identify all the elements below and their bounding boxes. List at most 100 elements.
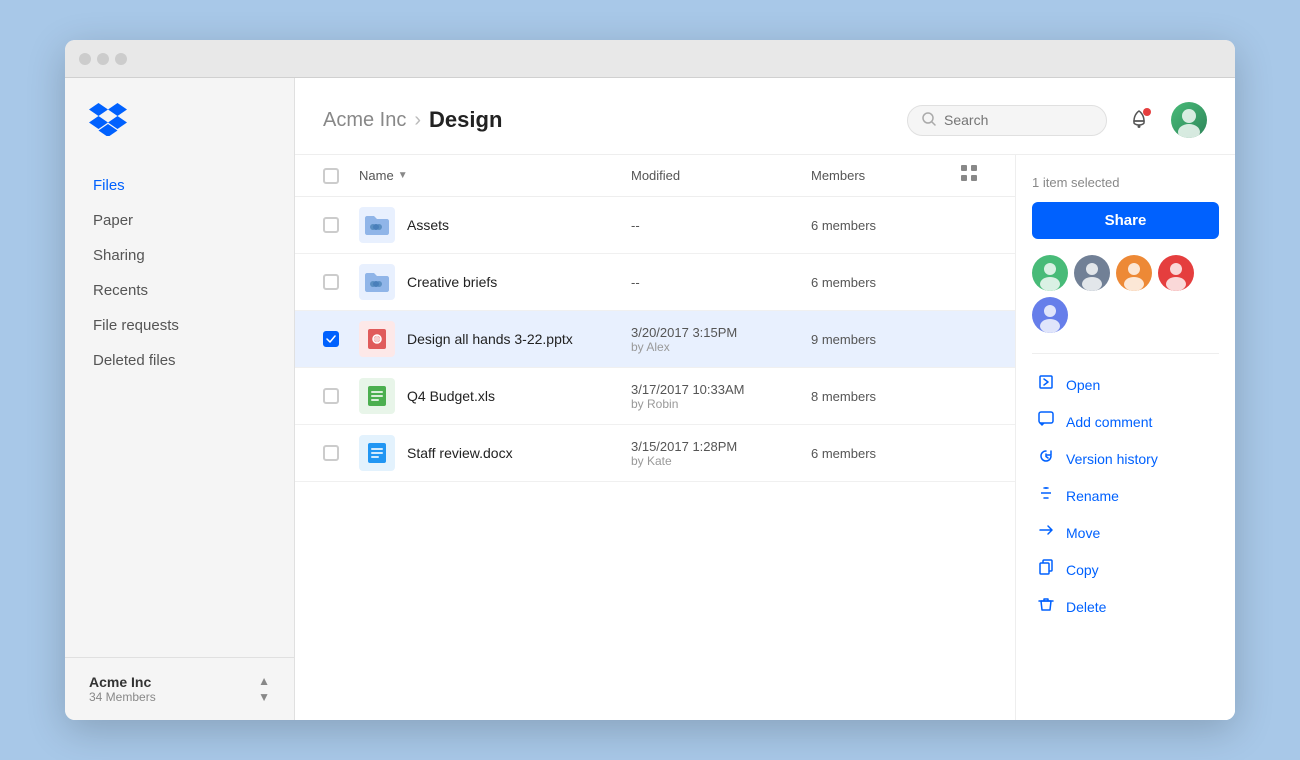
action-add-comment-label: Add comment [1066, 414, 1152, 430]
breadcrumb-parent[interactable]: Acme Inc [323, 109, 406, 132]
row-checkbox-cell-assets [323, 217, 359, 233]
row-modified-q4-budget: 3/17/2017 10:33AM by Robin [631, 382, 811, 411]
org-name: Acme Inc [89, 674, 156, 690]
action-copy-label: Copy [1066, 562, 1099, 578]
comment-icon [1036, 411, 1056, 432]
row-members-assets: 6 members [811, 218, 951, 233]
member-avatar-2[interactable] [1074, 255, 1110, 291]
folder-icon-assets [359, 207, 395, 243]
org-members: 34 Members [89, 690, 156, 704]
file-row-design-all-hands[interactable]: Design all hands 3-22.pptx 3/20/2017 3:1… [295, 311, 1015, 368]
breadcrumb: Acme Inc › Design [323, 107, 502, 133]
docx-icon-staff-review [359, 435, 395, 471]
xls-icon-q4-budget [359, 378, 395, 414]
row-name-assets: Assets [359, 207, 631, 243]
file-row-staff-review[interactable]: Staff review.docx 3/15/2017 1:28PM by Ka… [295, 425, 1015, 482]
sidebar-item-sharing[interactable]: Sharing [81, 239, 278, 272]
column-name[interactable]: Name ▼ [359, 168, 631, 183]
row-modified-creative-briefs: -- [631, 275, 811, 290]
titlebar-dot-3 [115, 53, 127, 65]
sidebar-item-paper[interactable]: Paper [81, 204, 278, 237]
selected-label: 1 item selected [1032, 175, 1219, 190]
member-avatar-1[interactable] [1032, 255, 1068, 291]
row-name-staff-review: Staff review.docx [359, 435, 631, 471]
sidebar-navigation: Files Paper Sharing Recents File request… [65, 169, 294, 657]
row-modified-assets: -- [631, 218, 811, 233]
column-name-label: Name [359, 168, 394, 183]
row-members-creative-briefs: 6 members [811, 275, 951, 290]
file-name-creative-briefs: Creative briefs [407, 274, 497, 290]
sidebar: Files Paper Sharing Recents File request… [65, 78, 295, 720]
file-name-q4-budget: Q4 Budget.xls [407, 388, 495, 404]
move-icon [1036, 522, 1056, 543]
file-row-creative-briefs[interactable]: Creative briefs -- 6 members [295, 254, 1015, 311]
action-move[interactable]: Move [1032, 514, 1219, 551]
action-open[interactable]: Open [1032, 366, 1219, 403]
view-toggle-icon[interactable] [951, 165, 987, 186]
file-name-assets: Assets [407, 217, 449, 233]
action-delete[interactable]: Delete [1032, 588, 1219, 625]
file-list: Name ▼ Modified Members [295, 155, 1015, 720]
member-avatar-3[interactable] [1116, 255, 1152, 291]
member-avatar-5[interactable] [1032, 297, 1068, 333]
row-checkbox-cell-staff-review [323, 445, 359, 461]
sidebar-item-deleted-files[interactable]: Deleted files [81, 344, 278, 377]
column-modified: Modified [631, 168, 811, 183]
org-selector-chevron[interactable]: ▲ ▼ [258, 674, 270, 704]
row-checkbox-cell-q4-budget [323, 388, 359, 404]
header-right [907, 102, 1207, 138]
app-window: Files Paper Sharing Recents File request… [65, 40, 1235, 720]
sidebar-logo [65, 102, 294, 169]
open-icon [1036, 374, 1056, 395]
row-name-q4-budget: Q4 Budget.xls [359, 378, 631, 414]
row-checkbox-cell-design-all-hands [323, 331, 359, 347]
right-panel: 1 item selected Share [1015, 155, 1235, 720]
sidebar-item-recents[interactable]: Recents [81, 274, 278, 307]
action-delete-label: Delete [1066, 599, 1106, 615]
row-members-staff-review: 6 members [811, 446, 951, 461]
chevron-down-icon: ▼ [258, 690, 270, 704]
file-row-q4-budget[interactable]: Q4 Budget.xls 3/17/2017 10:33AM by Robin… [295, 368, 1015, 425]
file-area: Name ▼ Modified Members [295, 155, 1235, 720]
column-members: Members [811, 168, 951, 183]
row-checkbox-q4-budget[interactable] [323, 388, 339, 404]
breadcrumb-current: Design [429, 107, 502, 133]
action-rename[interactable]: Rename [1032, 477, 1219, 514]
header-checkbox-cell [323, 168, 359, 184]
sidebar-item-file-requests[interactable]: File requests [81, 309, 278, 342]
breadcrumb-separator: › [414, 109, 421, 132]
file-name-design-all-hands: Design all hands 3-22.pptx [407, 331, 573, 347]
pptx-icon-design-all-hands [359, 321, 395, 357]
search-icon [922, 112, 936, 129]
sidebar-item-files[interactable]: Files [81, 169, 278, 202]
copy-icon [1036, 559, 1056, 580]
member-avatar-4[interactable] [1158, 255, 1194, 291]
select-all-checkbox[interactable] [323, 168, 339, 184]
notification-button[interactable] [1123, 104, 1155, 136]
search-input[interactable] [944, 112, 1092, 128]
action-version-history[interactable]: Version history [1032, 440, 1219, 477]
main-header: Acme Inc › Design [295, 78, 1235, 155]
row-name-design-all-hands: Design all hands 3-22.pptx [359, 321, 631, 357]
sort-arrow-icon: ▼ [398, 170, 408, 181]
file-row-assets[interactable]: Assets -- 6 members [295, 197, 1015, 254]
main-content: Acme Inc › Design [295, 78, 1235, 720]
row-members-q4-budget: 8 members [811, 389, 951, 404]
search-bar[interactable] [907, 105, 1107, 136]
row-checkbox-creative-briefs[interactable] [323, 274, 339, 290]
delete-icon [1036, 596, 1056, 617]
share-button[interactable]: Share [1032, 202, 1219, 239]
sidebar-footer: Acme Inc 34 Members ▲ ▼ [65, 657, 294, 720]
action-copy[interactable]: Copy [1032, 551, 1219, 588]
action-add-comment[interactable]: Add comment [1032, 403, 1219, 440]
notification-dot [1143, 108, 1151, 116]
row-checkbox-staff-review[interactable] [323, 445, 339, 461]
divider [1032, 353, 1219, 354]
row-checkbox-design-all-hands[interactable] [323, 331, 339, 347]
table-header: Name ▼ Modified Members [295, 155, 1015, 197]
user-avatar[interactable] [1171, 102, 1207, 138]
row-checkbox-cell-creative-briefs [323, 274, 359, 290]
row-checkbox-assets[interactable] [323, 217, 339, 233]
titlebar-dot-1 [79, 53, 91, 65]
sidebar-footer-info: Acme Inc 34 Members [89, 674, 156, 704]
